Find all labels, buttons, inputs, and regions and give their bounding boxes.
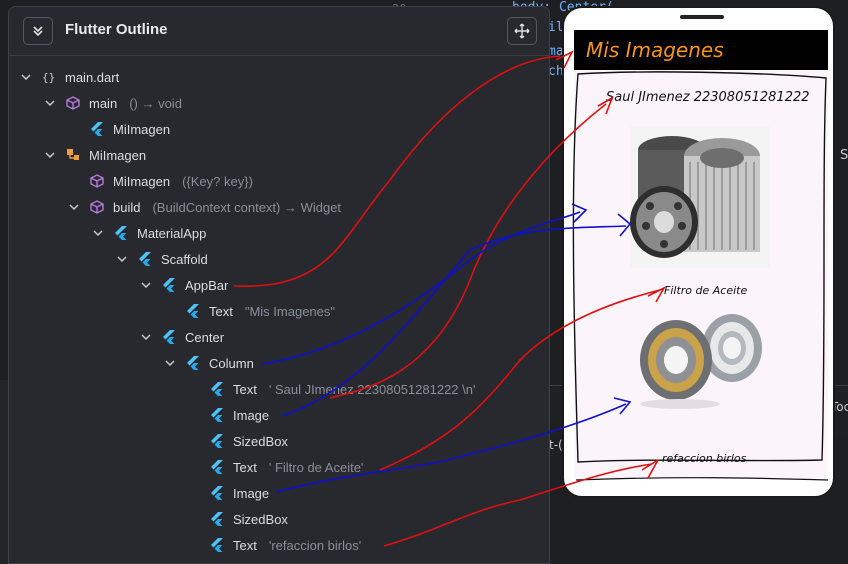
outline-row-name: Text [233,459,257,475]
outline-row-main-dart[interactable]: {} main.dart [19,64,119,90]
caption-bearings: refaccion birlos [662,452,747,465]
outline-row-name: MiImagen [89,147,147,163]
chevron-down-icon[interactable] [163,356,177,370]
outline-row-name: Column [209,355,254,371]
outline-row-name: main.dart [65,69,120,85]
flutter-icon [161,329,177,345]
outline-row-image[interactable]: Image [209,480,269,506]
chevrons-down-icon [33,26,43,37]
outline-row-miimagen[interactable]: MiImagen ({Key? key}) [89,168,253,194]
flutter-icon [209,485,225,501]
outline-row-appbar[interactable]: AppBar [139,272,228,298]
outline-row-center[interactable]: Center [139,324,224,350]
outline-row-text[interactable]: Text "Mis Imagenes" [185,298,335,324]
app-bar-title: Mis Imagenes [586,38,724,62]
outline-row-detail: () → void [129,95,182,111]
flutter-icon [137,251,153,267]
name-text: Saul JImenez 22308051281222 [606,90,810,105]
flutter-icon [185,303,201,319]
app-bar: Mis Imagenes [574,30,828,70]
outline-row-name: main [89,95,118,111]
outline-row-image[interactable]: Image [209,402,269,428]
flutter-icon [209,433,225,449]
move-arrows-icon [514,23,530,39]
outline-row-name: build [113,199,141,215]
class-icon [65,147,81,163]
outline-row-detail: ' Saul JImenez 22308051281222 \n' [268,381,476,397]
outline-row-miimagen[interactable]: MiImagen [89,116,170,142]
braces-icon: {} [41,69,57,85]
chevron-down-icon[interactable] [19,70,33,84]
outline-row-name: Center [185,329,225,345]
chevron-down-icon[interactable] [139,278,153,292]
flutter-icon [89,121,105,137]
outline-row-detail: ({Key? key}) [182,173,253,189]
move-panel-button[interactable] [507,17,537,45]
outline-row-name: Image [233,485,270,501]
collapse-all-button[interactable] [23,17,53,45]
panel-header: Flutter Outline [9,7,549,56]
bottom-fragment: t-( [549,438,563,452]
outline-row-scaffold[interactable]: Scaffold [115,246,208,272]
outline-row-sizedbox[interactable]: SizedBox [209,506,288,532]
cube-icon [89,199,105,215]
flutter-icon [209,511,225,527]
cube-icon [65,95,81,111]
outline-row-name: Text [233,381,257,397]
outline-row-miimagen[interactable]: MiImagen [43,142,146,168]
flutter-outline-panel: Flutter Outline {} main.dart main () → void… [8,6,550,564]
panel-title: Flutter Outline [65,21,168,38]
outline-row-text[interactable]: Text 'refaccion birlos' [209,532,361,558]
outline-row-name: MiImagen [113,173,171,189]
outline-row-name: MiImagen [113,121,171,137]
flutter-icon [209,407,225,423]
flutter-icon [161,277,177,293]
chevron-down-icon[interactable] [115,252,129,266]
outline-row-detail: 'refaccion birlos' [268,537,362,553]
outline-row-name: Text [209,303,233,319]
outline-row-name: SizedBox [233,433,288,449]
outline-row-name: AppBar [185,277,229,293]
outline-row-materialapp[interactable]: MaterialApp [91,220,206,246]
caption-oil-filter: Filtro de Aceite [664,284,748,297]
bearings-image [634,304,764,412]
phone-notch [680,15,724,19]
outline-row-column[interactable]: Column [163,350,254,376]
app-body: Saul JImenez 22308051281222 Filtro de Ac… [574,70,828,478]
outline-row-detail: "Mis Imagenes" [244,303,335,319]
cube-icon [89,173,105,189]
oil-filters-image [630,126,770,268]
flutter-icon [209,537,225,553]
outline-row-sizedbox[interactable]: SizedBox [209,428,288,454]
outline-row-text[interactable]: Text ' Saul JImenez 22308051281222 \n' [209,376,475,402]
outline-row-detail: ' Filtro de Aceite' [268,459,364,475]
outline-row-name: Image [233,407,270,423]
chevron-down-icon[interactable] [139,330,153,344]
flutter-icon [209,381,225,397]
outline-row-detail: (BuildContext context) → Widget [152,199,342,215]
outline-row-text[interactable]: Text ' Filtro de Aceite' [209,454,363,480]
side-fragment: S [840,148,848,163]
outline-row-main[interactable]: main () → void [43,90,182,116]
chevron-down-icon[interactable] [43,96,57,110]
chevron-down-icon[interactable] [43,148,57,162]
outline-row-name: Text [233,537,257,553]
svg-text:{}: {} [42,71,55,84]
flutter-icon [113,225,129,241]
outline-row-build[interactable]: build (BuildContext context) → Widget [67,194,341,220]
chevron-down-icon[interactable] [91,226,105,240]
flutter-icon [209,459,225,475]
flutter-icon [185,355,201,371]
phone-preview: Mis Imagenes Saul JImenez 22308051281222 [562,6,835,498]
outline-row-name: Scaffold [161,251,208,267]
outline-row-name: MaterialApp [137,225,207,241]
chevron-down-icon[interactable] [67,200,81,214]
outline-row-name: SizedBox [233,511,288,527]
